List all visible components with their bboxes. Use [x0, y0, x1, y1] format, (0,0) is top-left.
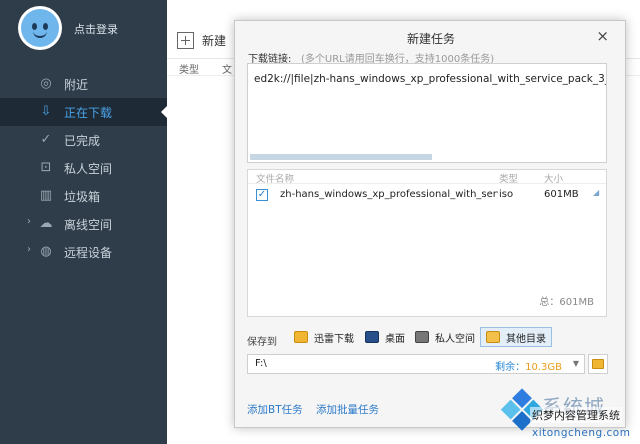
login-link[interactable]: 点击登录: [74, 21, 118, 37]
chevron-right-icon[interactable]: ›: [27, 244, 31, 255]
sidebar-item-downloading[interactable]: ⇩ 正在下载: [0, 98, 167, 126]
file-list: 文件名称 类型 大小 ✓ zh-hans_windows_xp_professi…: [247, 169, 607, 317]
browse-folder-button[interactable]: [588, 354, 608, 374]
new-task-dialog: 新建任务 × 下载链接: (多个URL请用回车换行，支持1000条任务) ed2…: [234, 20, 626, 428]
file-checkbox[interactable]: ✓: [256, 189, 268, 201]
file-type: iso: [499, 189, 514, 200]
globe-icon: ◍: [40, 244, 52, 259]
save-to-label: 保存到: [247, 337, 277, 348]
avatar-face-icon: [21, 9, 59, 47]
column-header-type[interactable]: 类型: [499, 171, 518, 185]
sidebar-item-remote-devices[interactable]: › ◍ 远程设备: [0, 238, 167, 266]
column-header-type[interactable]: 类型: [179, 61, 199, 76]
save-path-value: F:\: [255, 358, 267, 369]
sidebar: 点击登录 ◎ 附近 ⇩ 正在下载 ✓ 已完成 ⊡ 私人空间 ▥ 垃圾箱 › ☁ …: [0, 0, 167, 444]
file-list-header: 文件名称 类型 大小: [248, 170, 606, 185]
horizontal-scrollbar[interactable]: [250, 154, 432, 160]
dest-label: 私人空间: [435, 333, 475, 345]
dest-thunder-downloads[interactable]: 迅雷下载: [288, 327, 360, 347]
column-header-size[interactable]: 大小: [544, 171, 563, 185]
add-bt-task-link[interactable]: 添加BT任务: [247, 402, 303, 417]
chevron-right-icon[interactable]: ›: [27, 216, 31, 227]
dest-label: 桌面: [385, 333, 405, 345]
lock-icon: ⊡: [40, 160, 52, 175]
dest-label: 其他目录: [506, 333, 546, 345]
sidebar-item-completed[interactable]: ✓ 已完成: [0, 126, 167, 154]
add-batch-task-link[interactable]: 添加批量任务: [316, 402, 379, 417]
save-path-input[interactable]: F:\ 剩余：10.3GB ▼: [247, 354, 585, 374]
dest-label: 迅雷下载: [314, 333, 354, 345]
dest-private-space[interactable]: 私人空间: [409, 327, 481, 347]
sidebar-item-label: 垃圾箱: [64, 189, 101, 204]
resize-grip-icon: ◢: [593, 188, 600, 197]
url-value: ed2k://|file|zh-hans_windows_xp_professi…: [254, 73, 606, 85]
folder-open-icon: [486, 331, 500, 343]
sidebar-item-offline-space[interactable]: › ☁ 离线空间: [0, 210, 167, 238]
sidebar-item-label: 远程设备: [64, 245, 113, 260]
sidebar-item-nearby[interactable]: ◎ 附近: [0, 70, 167, 98]
free-space: 剩余：10.3GB: [495, 358, 562, 373]
total-size: 总：601MB: [539, 297, 594, 308]
free-space-value: 10.3GB: [525, 362, 562, 373]
plus-icon: [177, 32, 194, 49]
cloud-icon: ☁: [39, 216, 53, 231]
dest-desktop[interactable]: 桌面: [359, 327, 411, 347]
sidebar-item-label: 附近: [64, 77, 89, 92]
sidebar-item-label: 私人空间: [64, 161, 113, 176]
new-task-label: 新建: [202, 34, 227, 48]
trash-icon: ▥: [39, 188, 53, 203]
file-name: zh-hans_windows_xp_professional_with_ser…: [280, 189, 498, 200]
file-row[interactable]: ✓ zh-hans_windows_xp_professional_with_s…: [248, 186, 606, 204]
dialog-title: 新建任务: [406, 32, 455, 46]
watermark-brand-cn: 织梦内容管理系统: [530, 407, 622, 423]
watermark-url: xitongcheng.com: [532, 427, 631, 439]
sidebar-nav: ◎ 附近 ⇩ 正在下载 ✓ 已完成 ⊡ 私人空间 ▥ 垃圾箱 › ☁ 离线空间 …: [0, 70, 167, 266]
location-icon: ◎: [40, 76, 52, 91]
sidebar-item-label: 正在下载: [64, 105, 113, 120]
avatar[interactable]: [18, 6, 62, 50]
free-space-label: 剩余：: [495, 362, 526, 373]
close-icon[interactable]: ×: [596, 27, 609, 45]
column-header-file[interactable]: 文: [222, 61, 232, 76]
url-input[interactable]: ed2k://|file|zh-hans_windows_xp_professi…: [247, 63, 607, 163]
folder-icon: [592, 359, 604, 369]
dropdown-arrow-icon[interactable]: ▼: [573, 359, 579, 368]
check-circle-icon: ✓: [40, 132, 52, 147]
new-task-button[interactable]: 新建: [177, 32, 226, 49]
sidebar-item-label: 已完成: [64, 133, 101, 148]
download-icon: ⇩: [40, 104, 52, 119]
watermark: 系统城 织梦内容管理系统 xitongcheng.com: [490, 388, 640, 444]
file-size: 601MB: [544, 189, 579, 200]
column-header-filename[interactable]: 文件名称: [256, 171, 294, 185]
sidebar-item-label: 离线空间: [64, 217, 113, 232]
sidebar-item-private-space[interactable]: ⊡ 私人空间: [0, 154, 167, 182]
nas-icon: [415, 331, 429, 343]
sidebar-item-trash[interactable]: ▥ 垃圾箱: [0, 182, 167, 210]
monitor-icon: [365, 331, 379, 343]
dest-other-directory[interactable]: 其他目录: [480, 327, 552, 347]
folder-icon: [294, 331, 308, 343]
